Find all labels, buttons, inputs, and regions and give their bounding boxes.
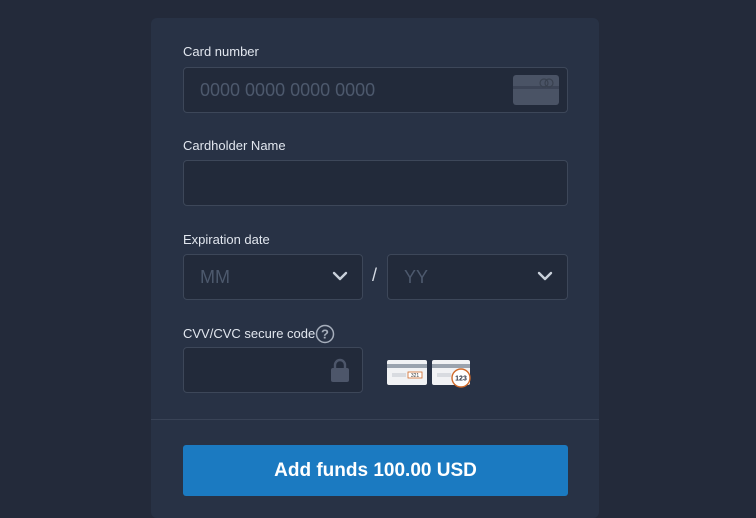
cvv-hint-card-front: 321 xyxy=(387,360,427,385)
year-placeholder: YY xyxy=(404,267,429,287)
month-placeholder: MM xyxy=(200,267,230,287)
expiration-year-select[interactable]: YY xyxy=(387,254,568,300)
credit-card-icon xyxy=(513,75,559,105)
chevron-down-icon xyxy=(332,271,348,281)
expiration-month-select[interactable]: MM xyxy=(183,254,363,300)
divider xyxy=(151,419,599,420)
chevron-down-icon xyxy=(537,271,553,281)
cvv-hint-front-number: 321 xyxy=(411,373,420,379)
question-circle-icon[interactable]: ? xyxy=(315,324,335,344)
card-number-input[interactable]: 0000 0000 0000 0000 xyxy=(183,67,568,113)
expiration-separator: / xyxy=(372,265,378,285)
add-funds-button[interactable]: Add funds 100.00 USD xyxy=(183,445,568,496)
cvv-hint-card-back: 123 xyxy=(432,360,471,388)
svg-text:?: ? xyxy=(321,327,329,342)
card-number-placeholder: 0000 0000 0000 0000 xyxy=(200,80,376,100)
deposit-form-panel: Card number 0000 0000 0000 0000 Cardhold… xyxy=(151,18,599,518)
cardholder-name-label: Cardholder Name xyxy=(183,138,286,153)
lock-icon xyxy=(331,358,349,382)
cardholder-name-input[interactable] xyxy=(183,160,568,206)
cvv-input[interactable] xyxy=(183,347,363,393)
expiration-date-label: Expiration date xyxy=(183,232,270,247)
card-number-label: Card number xyxy=(183,44,259,59)
cvv-label: CVV/CVC secure code xyxy=(183,326,316,341)
cvv-hint-back-number: 123 xyxy=(455,376,467,383)
